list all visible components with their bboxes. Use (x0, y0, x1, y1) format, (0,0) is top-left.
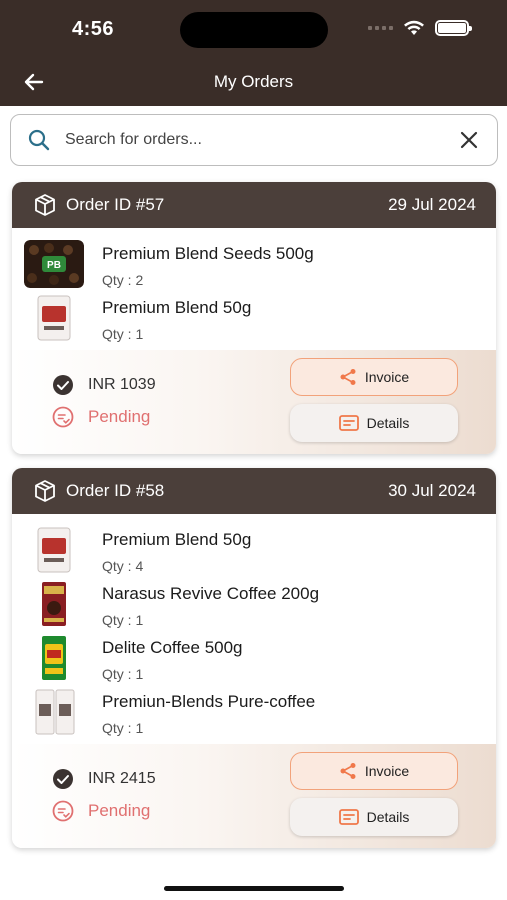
order-status: Pending (88, 801, 151, 820)
order-date: 29 Jul 2024 (388, 195, 476, 214)
status-icons (368, 20, 472, 36)
product-qty: Qty : 1 (102, 612, 144, 628)
order-card-header: Order ID #57 29 Jul 2024 (12, 182, 496, 228)
order-amount-row: INR 2415 (52, 768, 156, 790)
receipt-icon (338, 415, 359, 431)
order-card-footer: INR 2415 Pending Invoice Details (12, 744, 496, 848)
package-icon (35, 480, 55, 502)
order-amount: INR 1039 (88, 376, 156, 393)
package-icon (35, 194, 55, 216)
list-item: Delite Coffee 500g Qty : 1 (12, 630, 496, 684)
order-card: Order ID #58 30 Jul 2024 Premium Blend 5… (12, 468, 496, 848)
order-status: Pending (88, 407, 151, 426)
search-bar (10, 114, 498, 166)
product-qty: Qty : 1 (102, 666, 144, 682)
order-card-footer: INR 1039 Pending Invoice Details (12, 350, 496, 454)
product-qty: Qty : 2 (102, 272, 144, 288)
check-circle-icon (53, 375, 73, 395)
invoice-button-label: Invoice (364, 763, 410, 779)
product-image (35, 689, 75, 735)
details-button-label: Details (366, 415, 410, 431)
order-amount: INR 2415 (88, 770, 156, 787)
dynamic-island (180, 12, 328, 48)
order-id: Order ID #58 (66, 481, 165, 500)
app-header: 4:56 My Orders (0, 0, 507, 106)
order-date: 30 Jul 2024 (388, 481, 476, 500)
list-item: Premium Blend 50g Qty : 4 (12, 522, 496, 576)
details-button[interactable]: Details (290, 404, 458, 442)
wifi-icon (404, 20, 424, 35)
cellular-signal-icon (368, 26, 393, 30)
share-icon (340, 369, 356, 385)
order-id: Order ID #57 (66, 195, 165, 214)
product-image: PB (24, 240, 84, 288)
order-card: Order ID #57 29 Jul 2024 PB Premium Blen… (12, 182, 496, 454)
invoice-button[interactable]: Invoice (290, 358, 458, 396)
svg-text:PB: PB (47, 260, 61, 271)
share-icon (340, 763, 356, 779)
product-qty: Qty : 1 (102, 326, 144, 342)
list-item: Premium Blend 50g Qty : 1 (12, 290, 496, 344)
check-circle-icon (53, 769, 73, 789)
product-qty: Qty : 1 (102, 720, 144, 736)
close-icon[interactable] (459, 130, 479, 150)
search-input[interactable] (65, 131, 435, 149)
search-icon (28, 129, 50, 151)
product-name: Narasus Revive Coffee 200g (102, 584, 320, 603)
details-button[interactable]: Details (290, 798, 458, 836)
invoice-button[interactable]: Invoice (290, 752, 458, 790)
order-card-header: Order ID #58 30 Jul 2024 (12, 468, 496, 514)
product-image (42, 636, 66, 680)
product-image (37, 527, 71, 573)
product-name: Delite Coffee 500g (102, 638, 243, 657)
product-qty: Qty : 4 (102, 558, 144, 574)
product-name: Premium Blend Seeds 500g (102, 244, 314, 263)
details-button-label: Details (366, 809, 410, 825)
product-image (37, 295, 71, 341)
home-indicator[interactable] (164, 886, 344, 891)
order-status-row: Pending (52, 406, 150, 428)
order-amount-row: INR 1039 (52, 374, 156, 396)
pending-icon (52, 406, 74, 428)
product-name: Premium Blend 50g (102, 298, 252, 317)
product-name: Premiun-Blends Pure-coffee (102, 692, 316, 711)
pending-icon (52, 800, 74, 822)
product-name: Premium Blend 50g (102, 530, 252, 549)
status-time: 4:56 (72, 18, 115, 40)
order-items: PB Premium Blend Seeds 500g Qty : 2 Prem… (12, 228, 496, 344)
list-item: Narasus Revive Coffee 200g Qty : 1 (12, 576, 496, 630)
product-image (42, 582, 66, 626)
page-title: My Orders (213, 72, 294, 91)
receipt-icon (338, 809, 359, 825)
list-item: PB Premium Blend Seeds 500g Qty : 2 (12, 236, 496, 290)
invoice-button-label: Invoice (364, 369, 410, 385)
list-item: Premiun-Blends Pure-coffee Qty : 1 (12, 684, 496, 738)
order-items: Premium Blend 50g Qty : 4 Narasus Revive… (12, 514, 496, 738)
order-status-row: Pending (52, 800, 150, 822)
battery-icon (435, 20, 472, 36)
